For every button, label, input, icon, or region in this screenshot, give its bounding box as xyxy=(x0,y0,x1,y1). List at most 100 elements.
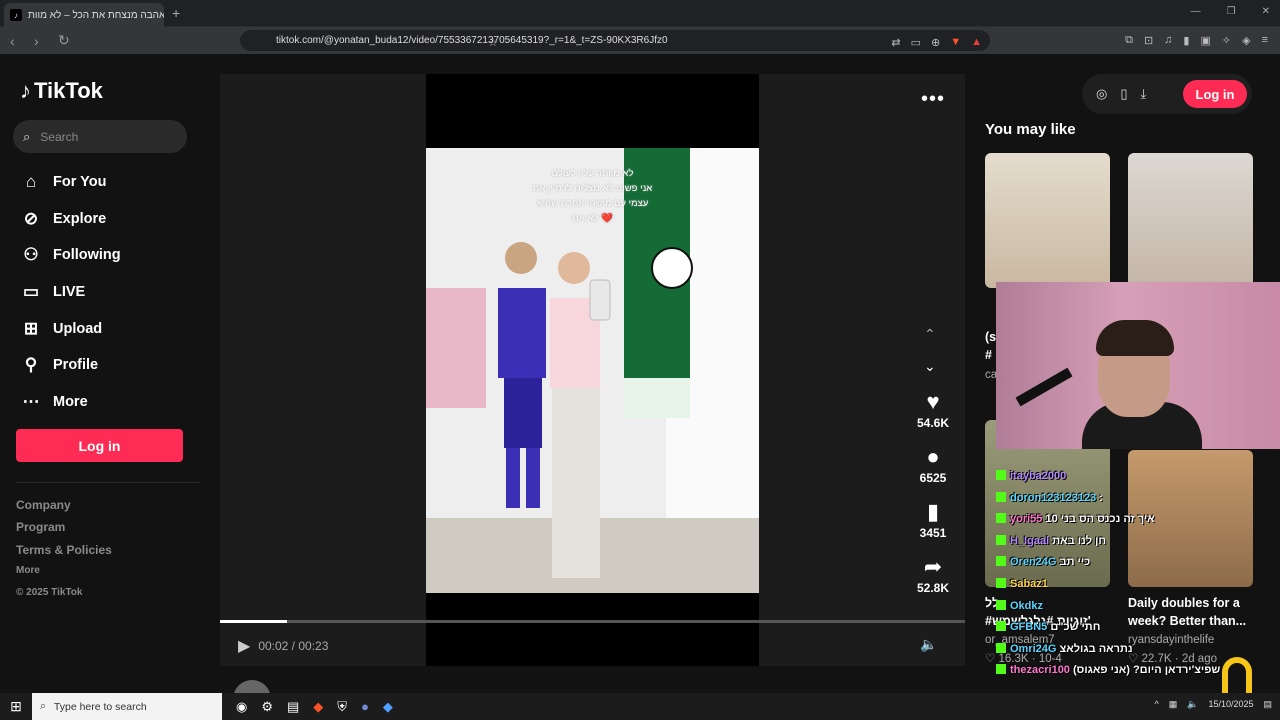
search-icon: ⌕ xyxy=(23,128,31,144)
taskbar-search-input[interactable]: ⌕ Type here to search xyxy=(32,693,222,720)
reload-icon[interactable]: ↻ xyxy=(58,32,72,49)
translate-icon[interactable]: ⇄ xyxy=(891,36,900,49)
sidebar-item-explore[interactable]: ⊘ Explore xyxy=(20,201,121,238)
comment-button[interactable]: ● 6525 xyxy=(910,444,956,499)
video-progress-bar[interactable] xyxy=(220,620,965,623)
new-tab-icon[interactable]: + xyxy=(172,5,180,21)
discord-icon[interactable]: ● xyxy=(361,699,369,715)
logo-text: TikTok xyxy=(34,78,103,103)
footer-more-link[interactable]: More xyxy=(16,565,112,587)
save-count: 3451 xyxy=(919,526,947,540)
back-icon[interactable]: ‹ xyxy=(10,33,24,49)
security-icon[interactable]: ⛨ xyxy=(337,699,347,715)
bookmark-icon: ▮ xyxy=(926,499,940,524)
close-window-icon[interactable]: ✕ xyxy=(1262,6,1270,17)
progress-fill xyxy=(220,620,288,623)
sidebar-divider xyxy=(16,482,200,483)
wallet-icon[interactable]: ▣ xyxy=(1200,34,1210,47)
download-icon[interactable]: ⤓ xyxy=(1141,86,1147,102)
search-input[interactable]: ⌕ Search xyxy=(13,120,187,153)
forward-icon[interactable]: › xyxy=(34,33,48,49)
extensions-icon[interactable]: ⧉ xyxy=(1125,34,1133,47)
more-options-icon[interactable]: ••• xyxy=(921,88,945,111)
footer-terms-link[interactable]: Terms & Policies xyxy=(16,543,112,565)
like-count: 54.6K xyxy=(916,416,950,430)
sidebar-item-for-you[interactable]: ⌂ For You xyxy=(20,164,121,201)
sidebar-login-button[interactable]: Log in xyxy=(16,429,183,462)
chat-user: Omri24G xyxy=(1010,642,1057,655)
video-content[interactable]: לא מוותר עליו לעולם אני פשוט לא מצליח לד… xyxy=(426,148,759,593)
explore-icon[interactable]: ◎ xyxy=(1096,86,1107,102)
chat-text: שפיצ'ירדאן היום? (אני פאגוס) xyxy=(1073,664,1221,677)
music-icon[interactable]: ♫ xyxy=(1164,34,1172,47)
chat-text: כיי תב xyxy=(1059,556,1091,569)
browser-toolbar: ‹ › ↻ ☆ tiktok.com/@yonatan_buda12/video… xyxy=(0,27,1280,54)
chat-message: yori55 איך זה נכנס הס בני 10 xyxy=(996,509,1156,531)
bookmark-icon[interactable]: ☆ xyxy=(488,36,498,49)
video-player[interactable]: לא מוותר עליו לעולם אני פשוט לא מצליח לד… xyxy=(220,74,965,666)
brave-icon[interactable]: ◆ xyxy=(313,699,323,715)
chat-message: doron123123123 : xyxy=(996,488,1156,510)
tiktok-logo[interactable]: ♪ TikTok xyxy=(20,78,103,104)
kick-badge-icon xyxy=(996,664,1006,675)
video-actions: ♥ 54.6K ● 6525 ▮ 3451 ➦ 52.8K xyxy=(910,389,956,609)
share-count: 52.8K xyxy=(916,581,950,595)
brave-rewards-icon[interactable]: ▲ xyxy=(971,36,982,49)
chat-user: yori55 xyxy=(1010,513,1043,526)
network-icon[interactable]: ▦ xyxy=(1169,699,1178,710)
previous-video-icon[interactable]: ⌃ xyxy=(924,318,936,350)
chat-message: Oren24G כיי תב xyxy=(996,552,1156,574)
taskbar-search-placeholder: Type here to search xyxy=(53,700,147,713)
sidebar-item-profile[interactable]: ⚲ Profile xyxy=(20,347,121,384)
sidebar-item-label: For You xyxy=(53,174,107,191)
like-button[interactable]: ♥ 54.6K xyxy=(910,389,956,444)
card-title-line: (s xyxy=(985,330,997,344)
leo-icon[interactable]: ✧ xyxy=(1222,34,1231,47)
share-button[interactable]: ➦ 52.8K xyxy=(910,554,956,609)
windows-start-icon[interactable]: ⊞ xyxy=(0,698,32,715)
chat-user: doron123123123 xyxy=(1010,491,1097,504)
chat-user: Oren24G xyxy=(1010,556,1057,569)
suggested-video-card[interactable] xyxy=(985,153,1110,288)
live-icon: ▭ xyxy=(22,282,40,302)
chat-message: Sabaz1 xyxy=(996,574,1156,596)
app-icon[interactable]: ◆ xyxy=(383,699,393,715)
maximize-icon[interactable]: ❐ xyxy=(1227,6,1236,17)
phone-icon[interactable]: ▯ xyxy=(1120,86,1127,102)
save-button[interactable]: ▮ 3451 xyxy=(910,499,956,554)
sidebar-item-more[interactable]: ⋯ More xyxy=(20,384,121,421)
chat-user: itayba2000 xyxy=(1010,470,1067,482)
tray-chevron-icon[interactable]: ^ xyxy=(1154,699,1158,710)
header-login-button[interactable]: Log in xyxy=(1183,80,1247,108)
sidebar-toggle-icon[interactable]: ▮ xyxy=(1183,34,1189,47)
volume-icon[interactable]: 🔈 xyxy=(920,636,937,653)
chat-user: GFBN5 xyxy=(1010,621,1048,634)
footer-company-link[interactable]: Company xyxy=(16,498,112,520)
zoom-icon[interactable]: ⊕ xyxy=(931,36,940,49)
sidebar-item-upload[interactable]: ⊞ Upload xyxy=(20,310,121,347)
brave-shield-icon[interactable]: ▼ xyxy=(950,36,961,49)
cast-icon[interactable]: ▭ xyxy=(911,36,921,49)
sidebar-menu: ⌂ For You ⊘ Explore ⚇ Following ▭ LIVE ⊞ Uplo… xyxy=(20,164,121,420)
browser-tab[interactable]: ♪ אהבה מנצחת את הכל – לא מוות × xyxy=(4,3,164,27)
minimize-icon[interactable]: — xyxy=(1191,6,1201,17)
next-video-icon[interactable]: ⌄ xyxy=(924,350,936,382)
vpn-icon[interactable]: ◈ xyxy=(1242,34,1250,47)
chat-user: Sabaz1 xyxy=(1010,577,1048,590)
obs-icon[interactable]: ◉ xyxy=(236,699,247,715)
suggested-video-card[interactable] xyxy=(1128,153,1253,288)
menu-icon[interactable]: ≡ xyxy=(1262,34,1268,47)
volume-tray-icon[interactable]: 🔈 xyxy=(1187,699,1198,710)
screenshot-icon[interactable]: ⊡ xyxy=(1144,34,1153,47)
steam-icon[interactable]: ⚙ xyxy=(261,699,273,715)
footer-program-link[interactable]: Program xyxy=(16,520,112,542)
app-icon[interactable]: ▤ xyxy=(287,699,299,715)
notifications-icon[interactable]: ▤ xyxy=(1263,699,1272,710)
play-icon[interactable]: ▶ xyxy=(238,636,250,656)
address-bar-icons: ⇄ ▭ ⊕ ▼ ▲ xyxy=(891,36,982,49)
video-time: 00:02 / 00:23 xyxy=(258,639,329,653)
sidebar-item-following[interactable]: ⚇ Following xyxy=(20,237,120,274)
address-bar[interactable]: ☆ tiktok.com/@yonatan_buda12/video/75533… xyxy=(240,30,990,51)
system-tray: ^ ▦ 🔈 15/10/2025 ▤ xyxy=(1154,699,1272,710)
sidebar-item-live[interactable]: ▭ LIVE xyxy=(20,274,121,311)
